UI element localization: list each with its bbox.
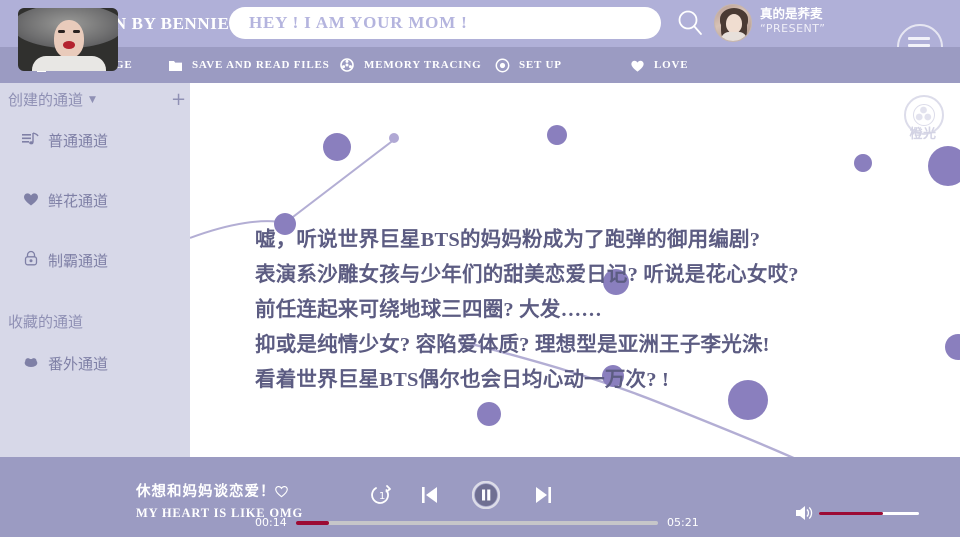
lock-icon xyxy=(22,250,40,271)
avatar-face xyxy=(726,14,742,33)
speaker-icon[interactable] xyxy=(794,502,816,524)
nav-label: LOVE xyxy=(654,59,689,71)
nav-item-save-and-read-files[interactable]: SAVE AND READ FILES xyxy=(168,47,330,83)
user-info[interactable]: 真的是荞麦 “PRESENT” xyxy=(760,7,825,35)
sidebar-item-制霸通道[interactable]: 制霸通道 xyxy=(22,250,108,271)
pause-button[interactable] xyxy=(471,480,501,514)
story-line: 前任连起来可绕地球三四圈? 大发…… xyxy=(255,299,602,321)
cloud-dot-icon xyxy=(22,354,40,374)
chevron-down-icon: ▼ xyxy=(89,94,96,105)
cover-shoulder xyxy=(32,56,106,71)
time-total: 05:21 xyxy=(667,516,699,529)
nav-item-love[interactable]: LOVE xyxy=(630,47,688,83)
sidebar-item-番外通道[interactable]: 番外通道 xyxy=(22,353,108,374)
search-box[interactable] xyxy=(229,7,661,39)
nav-label: SAVE AND READ FILES xyxy=(192,59,330,71)
story-line: 表演系沙雕女孩与少年们的甜美恋爱日记? 听说是花心女哎? xyxy=(255,264,799,286)
sidebar-item-label: 鲜花通道 xyxy=(48,192,109,210)
sidebar-item-label: 普通通道 xyxy=(48,132,109,150)
brand-badge[interactable]: 橙光 xyxy=(900,95,946,147)
folder-icon xyxy=(168,58,183,73)
cover-face xyxy=(54,20,84,58)
app-root: DESIGN BY BENNIETT 真的是荞麦 “PRESENT” xyxy=(0,0,960,537)
user-name: 真的是荞麦 xyxy=(760,6,823,21)
story-line: 抑或是纯情少女? 容陷爱体质? 理想型是亚洲王子李光洙! xyxy=(255,334,770,356)
sidebar-section-created-label: 创建的通道 xyxy=(8,91,84,109)
story-line: 嘘，听说世界巨星BTS的妈妈粉成为了跑弹的御用编剧? xyxy=(255,229,761,251)
music-note-icon xyxy=(22,131,40,151)
heart-icon xyxy=(630,58,645,73)
next-track-icon[interactable] xyxy=(533,484,553,511)
badge-label: 橙光 xyxy=(909,127,937,142)
sidebar-section-saved[interactable]: 收藏的通道 xyxy=(8,311,83,332)
time-current: 00:14 xyxy=(255,516,287,529)
top-header: DESIGN BY BENNIETT 真的是荞麦 “PRESENT” xyxy=(0,0,960,73)
progress-fill xyxy=(296,521,329,525)
avatar-body xyxy=(721,32,747,41)
cover-eye-left xyxy=(58,30,65,33)
film-reel-icon xyxy=(340,57,355,73)
album-cover[interactable] xyxy=(18,8,118,71)
story-text-block: 嘘，听说世界巨星BTS的妈妈粉成为了跑弹的御用编剧? 表演系沙雕女孩与少年们的甜… xyxy=(255,223,915,398)
nav-item-set-up[interactable]: SET UP xyxy=(495,47,562,83)
nav-item-memory-tracing[interactable]: MEMORY TRACING xyxy=(340,47,481,83)
volume-fill xyxy=(819,512,883,515)
content-area: 橙光 嘘，听说世界巨星BTS的妈妈粉成为了跑弹的御用编剧? 表演系沙雕女孩与少年… xyxy=(190,83,960,457)
volume-track[interactable] xyxy=(819,512,919,515)
sidebar: 创建的通道 ▼ + 普通通道 鲜花通道 制霸通道 收藏的通道 番外通道 xyxy=(0,83,190,457)
sidebar-section-created[interactable]: 创建的通道 ▼ xyxy=(8,89,96,110)
add-channel-button[interactable]: + xyxy=(171,91,186,109)
user-subtitle: “PRESENT” xyxy=(760,21,826,35)
search-icon[interactable] xyxy=(676,8,704,38)
story-line: 看着世界巨星BTS偶尔也会日均心动一万次? ! xyxy=(255,369,670,391)
heart-outline-icon[interactable] xyxy=(274,484,288,498)
song-title: 休想和妈妈谈恋爱！ xyxy=(136,484,276,500)
cover-lips xyxy=(63,41,75,49)
repeat-one-icon[interactable]: 1 xyxy=(368,483,392,510)
sidebar-item-label: 番外通道 xyxy=(48,355,109,373)
progress-track[interactable] xyxy=(296,521,658,525)
sidebar-item-label: 制霸通道 xyxy=(48,252,109,270)
cover-eye-right xyxy=(73,30,80,33)
search-input[interactable] xyxy=(249,13,639,33)
avatar[interactable] xyxy=(714,4,752,42)
sidebar-item-鲜花通道[interactable]: 鲜花通道 xyxy=(22,190,108,211)
nav-label: SET UP xyxy=(519,59,562,71)
svg-text:1: 1 xyxy=(379,491,385,502)
nav-label: MEMORY TRACING xyxy=(364,59,482,71)
sidebar-item-普通通道[interactable]: 普通通道 xyxy=(22,130,108,151)
nav-bar: HOME PAGE SAVE AND READ FILES MEMORY xyxy=(0,47,960,83)
previous-track-icon[interactable] xyxy=(420,484,440,511)
heart-icon xyxy=(22,191,40,211)
gear-target-icon xyxy=(495,58,510,73)
